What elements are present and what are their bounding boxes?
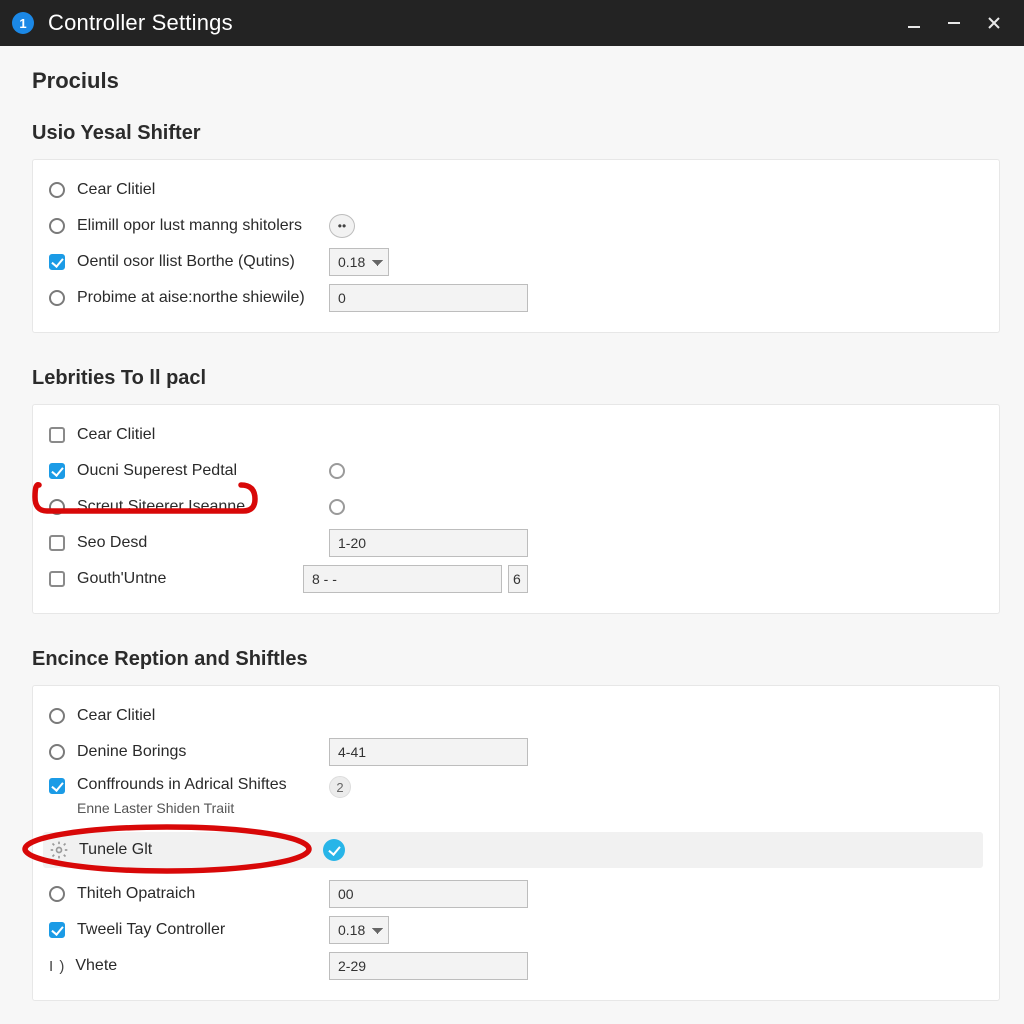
row-s1-r1[interactable]: Elimill opor lust manng shitolers ••: [49, 208, 983, 244]
page-heading: Prociuls: [32, 68, 1000, 94]
option-label: Screut Siteerer Iseanne: [77, 498, 245, 516]
option-label: Tweeli Tay Controller: [77, 921, 225, 939]
value-input-b[interactable]: [508, 565, 528, 593]
value-input[interactable]: [329, 952, 528, 980]
value-input[interactable]: [329, 529, 528, 557]
option-label: Gouth'Untne: [77, 570, 166, 588]
value-input[interactable]: [303, 565, 502, 593]
option-label: Probime at aise:northe shiewile): [77, 289, 305, 307]
close-button[interactable]: [974, 3, 1014, 43]
section-heading: Lebrities To ll pacl: [32, 367, 1000, 390]
section-lebrities: Lebrities To ll pacl Cear Clitiel Oucni …: [32, 367, 1000, 614]
row-s1-r2[interactable]: Oentil osor llist Borthe (Qutins) 0.18: [49, 244, 983, 280]
row-s1-r3[interactable]: Probime at aise:northe shiewile): [49, 280, 983, 316]
option-label: Denine Borings: [77, 743, 186, 761]
value-input[interactable]: [329, 284, 528, 312]
option-label: Oucni Superest Pedtal: [77, 462, 237, 480]
option-label: Conffrounds in Adrical Shiftes: [77, 776, 287, 794]
checkbox-icon[interactable]: [49, 254, 65, 270]
title-badge: 1: [12, 12, 34, 34]
option-label: Oentil osor llist Borthe (Qutins): [77, 253, 295, 271]
row-s2-r0[interactable]: Cear Clitiel: [49, 417, 983, 453]
row-s2-r3[interactable]: Seo Desd: [49, 525, 983, 561]
option-label: Tunele Glt: [79, 841, 152, 859]
option-label: Elimill opor lust manng shitolers: [77, 217, 302, 235]
row-marker: I ): [49, 958, 65, 975]
section-usio: Usio Yesal Shifter Cear Clitiel Elimill …: [32, 122, 1000, 333]
value-select[interactable]: 0.18: [329, 916, 389, 944]
checkbox-icon[interactable]: [49, 778, 65, 794]
row-s2-r4[interactable]: Gouth'Untne: [49, 561, 983, 597]
more-button[interactable]: ••: [329, 214, 355, 238]
row-s2-r2[interactable]: Screut Siteerer Iseanne: [49, 489, 983, 525]
value-input[interactable]: [329, 738, 528, 766]
count-badge: 2: [329, 776, 351, 798]
option-label: Cear Clitiel: [77, 426, 155, 444]
option-label: Cear Clitiel: [77, 707, 155, 725]
row-s3-r4[interactable]: Thiteh Opatraich: [49, 876, 983, 912]
checkbox-icon[interactable]: [49, 427, 65, 443]
row-s3-r1[interactable]: Denine Borings: [49, 734, 983, 770]
option-sublabel: Enne Laster Shiden Traiit: [77, 800, 287, 816]
radio-icon[interactable]: [329, 463, 345, 479]
section-heading: Usio Yesal Shifter: [32, 122, 1000, 145]
radio-icon[interactable]: [49, 218, 65, 234]
row-s3-r0[interactable]: Cear Clitiel: [49, 698, 983, 734]
row-s3-r3[interactable]: Tunele Glt: [43, 832, 983, 868]
gear-icon: [49, 840, 69, 860]
titlebar: 1 Controller Settings: [0, 0, 1024, 46]
radio-icon[interactable]: [49, 708, 65, 724]
row-s3-r6[interactable]: I ) Vhete: [49, 948, 983, 984]
check-circle-icon[interactable]: [323, 839, 345, 861]
value-input[interactable]: [329, 880, 528, 908]
radio-icon[interactable]: [49, 499, 65, 515]
option-label: Seo Desd: [77, 534, 147, 552]
window-title: Controller Settings: [48, 10, 233, 36]
checkbox-icon[interactable]: [49, 463, 65, 479]
radio-icon[interactable]: [49, 744, 65, 760]
checkbox-icon[interactable]: [49, 535, 65, 551]
checkbox-icon[interactable]: [49, 922, 65, 938]
section-heading: Encince Reption and Shiftles: [32, 648, 1000, 671]
option-label: Cear Clitiel: [77, 181, 155, 199]
radio-icon[interactable]: [49, 182, 65, 198]
section-encince: Encince Reption and Shiftles Cear Clitie…: [32, 648, 1000, 1001]
row-s3-r5[interactable]: Tweeli Tay Controller 0.18: [49, 912, 983, 948]
radio-icon[interactable]: [49, 886, 65, 902]
minimize-button[interactable]: [894, 3, 934, 43]
radio-icon[interactable]: [49, 290, 65, 306]
restore-button[interactable]: [934, 3, 974, 43]
row-s3-r2[interactable]: Conffrounds in Adrical Shiftes Enne Last…: [49, 770, 983, 818]
row-s2-r1[interactable]: Oucni Superest Pedtal: [49, 453, 983, 489]
option-label: Thiteh Opatraich: [77, 885, 195, 903]
row-s1-r0[interactable]: Cear Clitiel: [49, 172, 983, 208]
option-label: Vhete: [75, 957, 117, 975]
value-select[interactable]: 0.18: [329, 248, 389, 276]
radio-icon[interactable]: [329, 499, 345, 515]
checkbox-icon[interactable]: [49, 571, 65, 587]
